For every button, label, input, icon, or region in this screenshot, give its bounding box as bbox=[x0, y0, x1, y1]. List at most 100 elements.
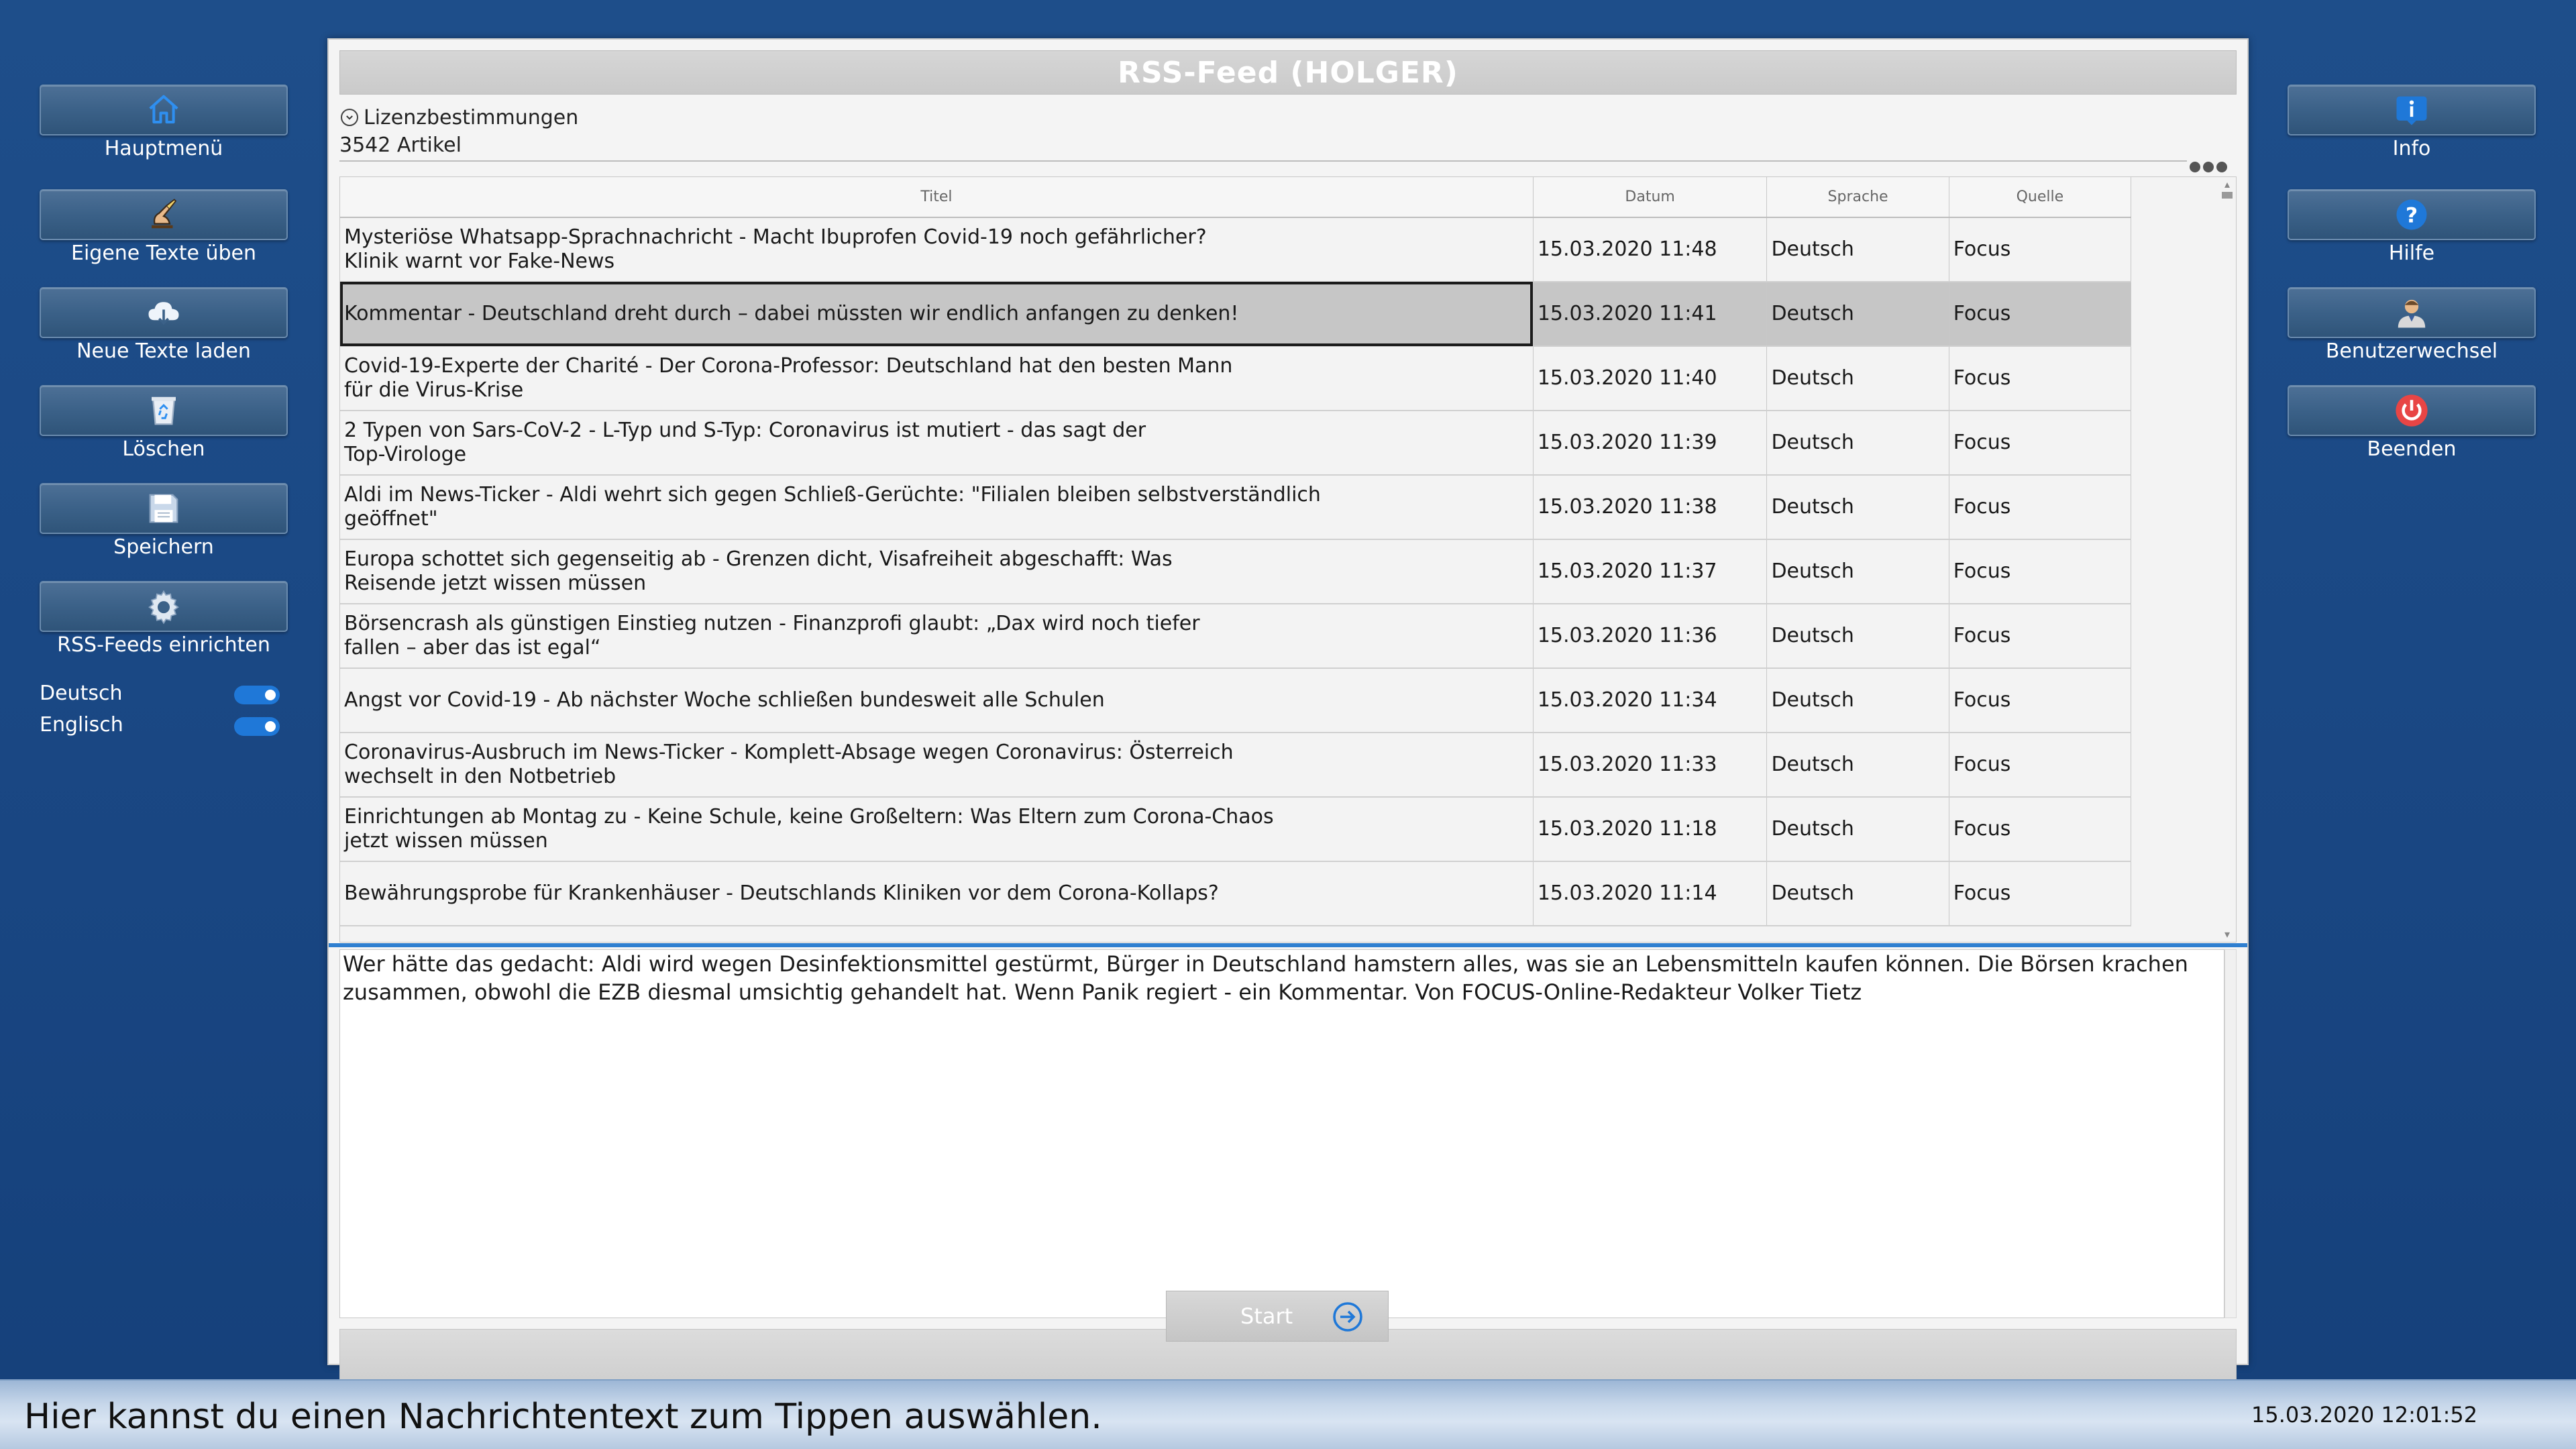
cell-title: Covid-19-Experte der Charité - Der Coron… bbox=[340, 346, 1534, 411]
cell-source: Focus bbox=[1949, 797, 2132, 862]
cell-language: Deutsch bbox=[1766, 797, 1949, 862]
cell-language: Deutsch bbox=[1766, 346, 1949, 411]
cell-title: Aldi im News-Ticker - Aldi wehrt sich ge… bbox=[340, 475, 1534, 540]
cell-source: Focus bbox=[1949, 217, 2132, 282]
table-row[interactable]: Einrichtungen ab Montag zu - Keine Schul… bbox=[340, 797, 2132, 862]
own-texts-label: Eigene Texte üben bbox=[71, 241, 256, 265]
load-new-texts-button-face bbox=[40, 287, 288, 338]
column-header-date[interactable]: Datum bbox=[1533, 177, 1768, 218]
quit-button[interactable]: Beenden bbox=[2288, 385, 2536, 466]
help-button[interactable]: ? Hilfe bbox=[2288, 189, 2536, 270]
table-row[interactable]: Aldi im News-Ticker - Aldi wehrt sich ge… bbox=[340, 475, 2132, 540]
cell-date: 15.03.2020 11:37 bbox=[1533, 539, 1768, 604]
cell-language: Deutsch bbox=[1766, 733, 1949, 798]
table-row[interactable]: Europa schottet sich gegenseitig ab - Gr… bbox=[340, 539, 2132, 604]
more-options-icon[interactable] bbox=[2190, 162, 2227, 172]
cell-date: 15.03.2020 11:39 bbox=[1533, 411, 1768, 476]
help-button-face: ? bbox=[2288, 189, 2536, 240]
delete-label: Löschen bbox=[122, 437, 205, 461]
quit-button-face bbox=[2288, 385, 2536, 436]
cell-title: Mysteriöse Whatsapp-Sprachnachricht - Ma… bbox=[340, 217, 1534, 282]
rss-feeds-setup-label: RSS-Feeds einrichten bbox=[57, 633, 270, 657]
cell-date: 15.03.2020 11:41 bbox=[1533, 282, 1768, 347]
main-menu-button[interactable]: Hauptmenü bbox=[40, 85, 288, 165]
column-header-title[interactable]: Titel bbox=[340, 177, 1534, 218]
switch-user-button-face bbox=[2288, 287, 2536, 338]
cell-language: Deutsch bbox=[1766, 411, 1949, 476]
help-label: Hilfe bbox=[2388, 241, 2435, 265]
cell-title: Bewährungsprobe für Krankenhäuser - Deut… bbox=[340, 861, 1534, 926]
switch-user-label: Benutzerwechsel bbox=[2325, 339, 2498, 363]
status-message: Hier kannst du einen Nachrichtentext zum… bbox=[24, 1397, 1102, 1437]
delete-button[interactable]: Löschen bbox=[40, 385, 288, 466]
rss-feeds-setup-button[interactable]: RSS-Feeds einrichten bbox=[40, 581, 288, 661]
cell-source: Focus bbox=[1949, 733, 2132, 798]
cell-title: 2 Typen von Sars-CoV-2 - L-Typ und S-Typ… bbox=[340, 411, 1534, 476]
window-title: RSS-Feed (HOLGER) bbox=[1118, 55, 1458, 90]
pane-splitter[interactable] bbox=[329, 943, 2247, 947]
cell-source: Focus bbox=[1949, 411, 2132, 476]
table-row[interactable]: Coronavirus-Ausbruch im News-Ticker - Ko… bbox=[340, 733, 2132, 798]
table-row[interactable]: Angst vor Covid-19 - Ab nächster Woche s… bbox=[340, 668, 2132, 733]
toggle-label-deutsch: Deutsch bbox=[40, 682, 123, 705]
table-row[interactable]: Börsencrash als günstigen Einstieg nutze… bbox=[340, 604, 2132, 669]
table-row[interactable]: Bewährungsprobe für Krankenhäuser - Deut… bbox=[340, 861, 2132, 926]
license-expander[interactable]: Lizenzbestimmungen bbox=[341, 105, 578, 129]
column-header-source[interactable]: Quelle bbox=[1949, 177, 2132, 218]
scrollbar-thumb[interactable] bbox=[2222, 192, 2233, 199]
cell-title: Börsencrash als günstigen Einstieg nutze… bbox=[340, 604, 1534, 669]
table-row[interactable]: Mysteriöse Whatsapp-Sprachnachricht - Ma… bbox=[340, 217, 2132, 282]
cell-source: Focus bbox=[1949, 346, 2132, 411]
info-icon bbox=[2396, 96, 2427, 125]
save-button-face bbox=[40, 483, 288, 534]
cell-source: Focus bbox=[1949, 604, 2132, 669]
window-title-bar: RSS-Feed (HOLGER) bbox=[339, 50, 2237, 95]
table-row[interactable]: Kommentar - Deutschland dreht durch – da… bbox=[340, 282, 2132, 347]
svg-text:?: ? bbox=[2406, 203, 2418, 227]
chevron-down-icon bbox=[341, 109, 358, 126]
cell-source: Focus bbox=[1949, 668, 2132, 733]
cell-date: 15.03.2020 11:14 bbox=[1533, 861, 1768, 926]
scroll-down-icon[interactable]: ▾ bbox=[2221, 929, 2233, 940]
toggle-englisch[interactable] bbox=[234, 717, 280, 736]
cell-language: Deutsch bbox=[1766, 217, 1949, 282]
main-menu-label: Hauptmenü bbox=[104, 137, 223, 160]
article-detail-text: Wer hätte das gedacht: Aldi wird wegen D… bbox=[339, 949, 2224, 1318]
user-icon bbox=[2398, 299, 2426, 328]
start-button[interactable]: Start bbox=[1166, 1291, 1389, 1342]
rss-feed-window: RSS-Feed (HOLGER) Lizenzbestimmungen 354… bbox=[327, 38, 2249, 1383]
table-row[interactable]: 2 Typen von Sars-CoV-2 - L-Typ und S-Typ… bbox=[340, 411, 2132, 476]
article-grid: Titel Datum Sprache Quelle Mysteriöse Wh… bbox=[340, 177, 2132, 926]
save-button[interactable]: Speichern bbox=[40, 483, 288, 564]
toggle-row-englisch: Englisch bbox=[40, 712, 281, 739]
info-label: Info bbox=[2392, 137, 2431, 160]
writing-hand-icon bbox=[152, 199, 177, 229]
cell-date: 15.03.2020 11:18 bbox=[1533, 797, 1768, 862]
floppy-disk-icon bbox=[149, 494, 178, 523]
scroll-up-icon[interactable]: ▴ bbox=[2221, 179, 2233, 190]
article-count: 3542 Artikel bbox=[339, 133, 462, 157]
table-scrollbar[interactable]: ▴ ▾ bbox=[2218, 177, 2236, 942]
own-texts-button-face bbox=[40, 189, 288, 240]
cell-language: Deutsch bbox=[1766, 861, 1949, 926]
gear-icon bbox=[148, 590, 179, 625]
power-icon bbox=[2396, 394, 2428, 427]
cell-language: Deutsch bbox=[1766, 282, 1949, 347]
recycle-bin-icon bbox=[152, 396, 176, 425]
info-button[interactable]: Info bbox=[2288, 85, 2536, 165]
cell-title: Angst vor Covid-19 - Ab nächster Woche s… bbox=[340, 668, 1534, 733]
arrow-right-circle-icon bbox=[1333, 1302, 1362, 1332]
rss-feeds-setup-button-face bbox=[40, 581, 288, 632]
own-texts-button[interactable]: Eigene Texte üben bbox=[40, 189, 288, 270]
help-icon: ? bbox=[2396, 199, 2427, 230]
cell-title: Coronavirus-Ausbruch im News-Ticker - Ko… bbox=[340, 733, 1534, 798]
load-new-texts-button[interactable]: Neue Texte laden bbox=[40, 287, 288, 368]
table-row[interactable]: Covid-19-Experte der Charité - Der Coron… bbox=[340, 346, 2132, 411]
switch-user-button[interactable]: Benutzerwechsel bbox=[2288, 287, 2536, 368]
column-header-language[interactable]: Sprache bbox=[1766, 177, 1949, 218]
detail-scrollbar[interactable] bbox=[2224, 949, 2237, 1318]
toggle-deutsch[interactable] bbox=[234, 686, 280, 704]
delete-button-face bbox=[40, 385, 288, 436]
cell-title: Europa schottet sich gegenseitig ab - Gr… bbox=[340, 539, 1534, 604]
cloud-download-icon bbox=[148, 302, 179, 325]
